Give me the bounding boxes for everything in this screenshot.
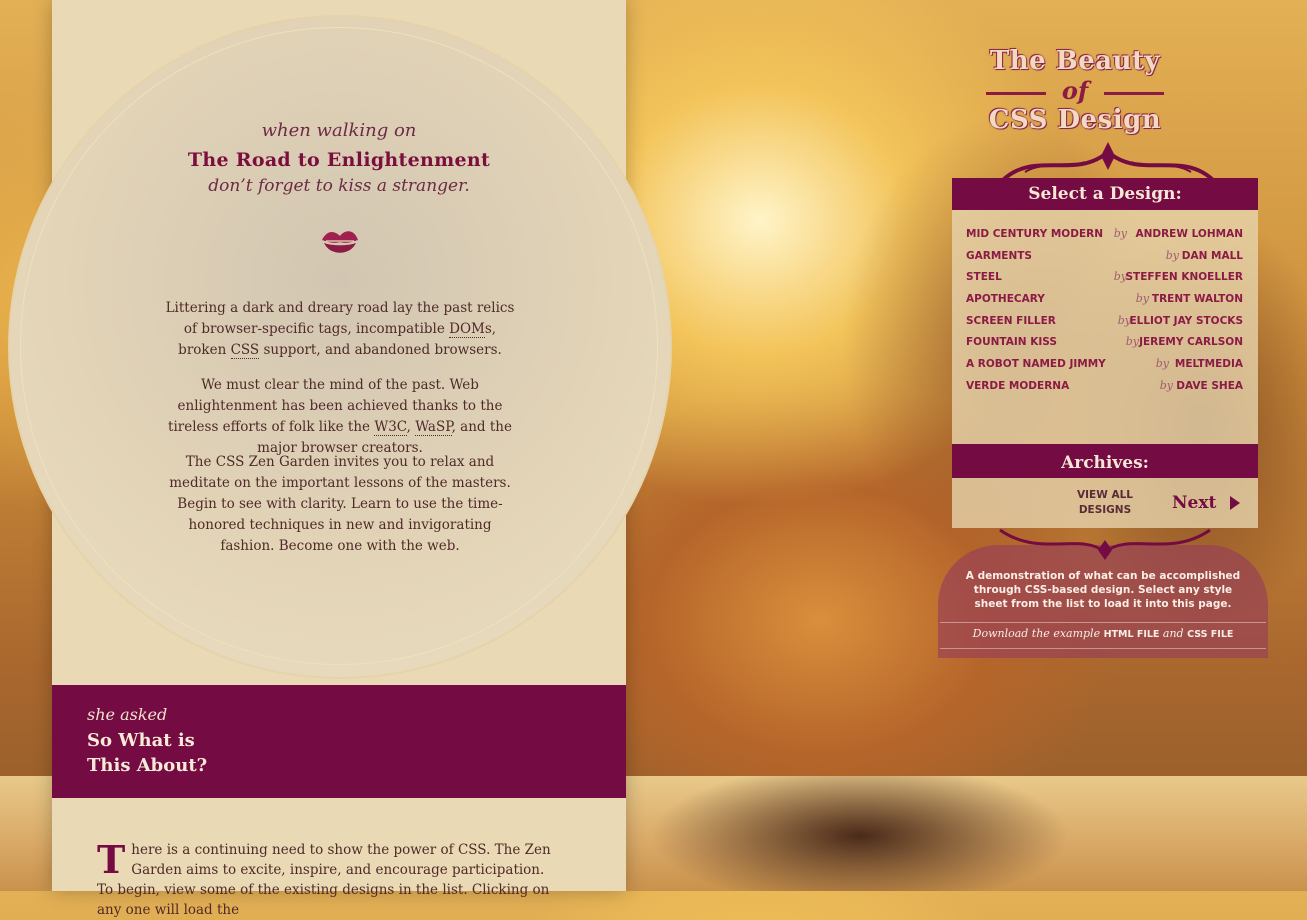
archives-heading: Archives: — [952, 444, 1258, 478]
design-link[interactable]: FOUNTAIN KISS — [966, 336, 1057, 348]
intro-pretitle: when walking on — [261, 120, 417, 141]
design-link[interactable]: MID CENTURY MODERN — [966, 228, 1103, 240]
intro-subtitle: don’t forget to kiss a stranger. — [208, 176, 470, 196]
select-design-heading: Select a Design: — [952, 178, 1258, 210]
list-item: A ROBOT NAMED JIMMY by MELTMEDIA — [966, 354, 1243, 376]
author-link[interactable]: STEFFEN KNOELLER — [1125, 271, 1243, 283]
list-item: FOUNTAIN KISS by JEREMY CARLSON — [966, 332, 1243, 354]
about-title-line1: So What is — [87, 730, 195, 751]
site-logo: The Beauty of CSS Design — [980, 46, 1170, 135]
about-header-band: she asked So What is This About? — [52, 685, 626, 798]
design-link[interactable]: APOTHECARY — [966, 293, 1045, 305]
about-body-text: There is a continuing need to show the p… — [97, 840, 557, 920]
intro-paragraph-2: We must clear the mind of the past. Web … — [168, 376, 512, 456]
next-arrow-icon[interactable] — [1230, 496, 1240, 510]
download-line: Download the example HTML FILE and CSS F… — [972, 627, 1234, 640]
next-designs-link[interactable]: Next — [1172, 493, 1216, 513]
design-link[interactable]: VERDE MODERNA — [966, 380, 1069, 392]
logo-line-3: CSS Design — [988, 105, 1162, 135]
demo-description: A demonstration of what can be accomplis… — [965, 570, 1241, 610]
logo-line-1: The Beauty — [989, 46, 1161, 76]
author-link[interactable]: DAN MALL — [1182, 250, 1243, 262]
by-label: by — [1165, 248, 1179, 262]
author-link[interactable]: ANDREW LOHMAN — [1135, 228, 1243, 240]
design-link[interactable]: STEEL — [966, 271, 1002, 283]
list-item: STEEL by STEFFEN KNOELLER — [966, 267, 1243, 289]
by-label: by — [1155, 357, 1169, 371]
by-label: by — [1135, 292, 1149, 306]
list-item: VERDE MODERNA by DAVE SHEA — [966, 376, 1243, 398]
main-content-panel: when walking on The Road to Enlightenmen… — [8, 0, 672, 918]
design-link[interactable]: SCREEN FILLER — [966, 315, 1056, 327]
css-file-link[interactable]: CSS FILE — [1187, 629, 1233, 640]
about-paragraph: here is a continuing need to show the po… — [97, 842, 551, 918]
design-link[interactable]: GARMENTS — [966, 250, 1032, 262]
list-item: GARMENTS by DAN MALL — [966, 246, 1243, 268]
intro-paragraph-3: The CSS Zen Garden invites you to relax … — [169, 453, 511, 554]
design-link[interactable]: A ROBOT NAMED JIMMY — [966, 358, 1106, 370]
about-title-line2: This About? — [87, 755, 208, 776]
by-label: by — [1113, 227, 1127, 240]
author-link[interactable]: ELLIOT JAY STOCKS — [1129, 315, 1243, 327]
list-item: APOTHECARY by TRENT WALTON — [966, 289, 1243, 311]
drop-cap: T — [97, 837, 126, 882]
html-file-link[interactable]: HTML FILE — [1104, 629, 1160, 640]
design-list: MID CENTURY MODERN by ANDREW LOHMAN GARMEN… — [966, 224, 1243, 398]
by-label: by — [1125, 335, 1139, 349]
view-all-designs-link[interactable]: VIEW ALL DESIGNS — [1068, 488, 1142, 518]
author-link[interactable]: DAVE SHEA — [1176, 380, 1243, 392]
author-link[interactable]: JEREMY CARLSON — [1139, 336, 1243, 348]
divider — [940, 622, 1266, 623]
intro-title: The Road to Enlightenment — [187, 149, 491, 171]
by-label: by — [1159, 378, 1173, 392]
list-item: MID CENTURY MODERN by ANDREW LOHMAN — [966, 224, 1243, 246]
intro-paragraph-1: Littering a dark and dreary road lay the… — [165, 299, 515, 359]
author-link[interactable]: TRENT WALTON — [1152, 293, 1243, 305]
about-pretitle: she asked — [87, 705, 168, 724]
author-link[interactable]: MELTMEDIA — [1175, 358, 1243, 370]
ornament-flourish-icon — [999, 528, 1211, 560]
divider — [940, 648, 1266, 649]
kiss-lips-icon — [322, 231, 358, 253]
logo-line-2: of — [980, 76, 1170, 105]
list-item: SCREEN FILLER by ELLIOT JAY STOCKS — [966, 311, 1243, 333]
